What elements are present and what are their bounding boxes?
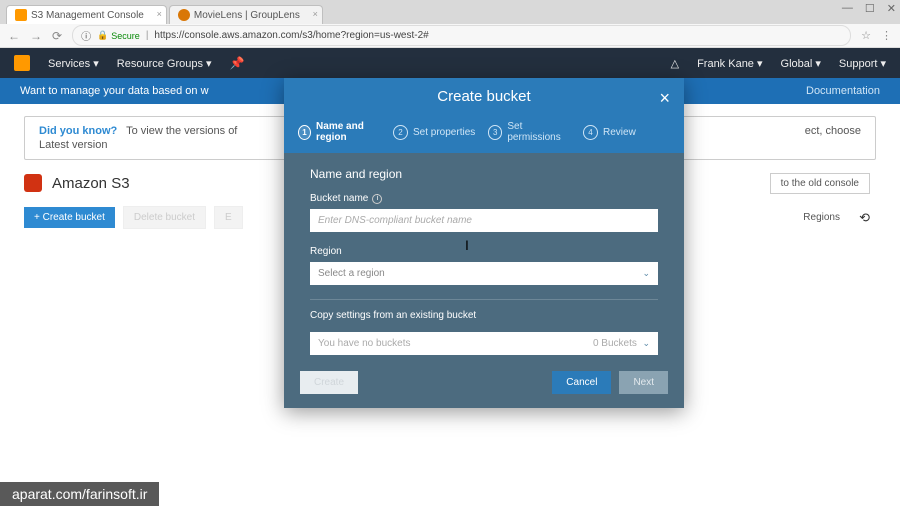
close-icon[interactable]: × xyxy=(313,9,318,19)
nav-region[interactable]: Global ▾ xyxy=(781,57,821,70)
modal-header: Create bucket × xyxy=(284,78,684,115)
dyk-rest: ect, choose xyxy=(805,125,861,137)
pin-icon[interactable]: 📌 xyxy=(230,56,245,70)
reload-icon[interactable]: ⟳ xyxy=(52,29,62,43)
watermark: aparat.com/farinsoft.ir xyxy=(0,482,159,506)
wizard-steps: 1 Name and region 2 Set properties 3 Set… xyxy=(284,115,684,153)
aws-top-nav: Services ▾ Resource Groups ▾ 📌 △ Frank K… xyxy=(0,48,900,78)
nav-support[interactable]: Support ▾ xyxy=(839,57,886,70)
secure-badge: 🔒 Secure xyxy=(97,30,140,41)
copy-settings-label: Copy settings from an existing bucket xyxy=(310,310,658,321)
create-button[interactable]: Create xyxy=(300,371,358,394)
aws-favicon xyxy=(15,9,27,21)
bucket-name-input[interactable] xyxy=(310,209,658,232)
tab-title: S3 Management Console xyxy=(31,10,144,21)
switch-old-console-button[interactable]: to the old console xyxy=(770,173,870,194)
movielens-favicon xyxy=(178,9,190,21)
nav-services[interactable]: Services ▾ xyxy=(48,57,99,70)
create-bucket-button[interactable]: + Create bucket xyxy=(24,207,115,228)
window-controls: — ☐ ✕ xyxy=(842,2,896,15)
browser-tab-s3[interactable]: S3 Management Console × xyxy=(6,5,167,24)
dyk-label: Did you know? xyxy=(39,125,117,137)
modal-footer: Create Cancel Next xyxy=(284,359,684,408)
url-text: https://console.aws.amazon.com/s3/home?r… xyxy=(154,30,428,41)
close-icon[interactable]: × xyxy=(659,88,670,109)
create-bucket-modal: Create bucket × 1 Name and region 2 Set … xyxy=(284,78,684,408)
aws-logo-icon[interactable] xyxy=(14,55,30,71)
regions-filter[interactable]: Regions xyxy=(803,212,840,223)
info-icon: ⓘ xyxy=(81,28,91,43)
region-label: Region xyxy=(310,246,658,257)
delete-bucket-button: Delete bucket xyxy=(123,206,206,229)
chevron-down-icon: ⌄ xyxy=(642,268,650,279)
forward-icon[interactable]: → xyxy=(30,29,42,43)
close-icon[interactable]: × xyxy=(157,9,162,19)
nav-user[interactable]: Frank Kane ▾ xyxy=(697,57,762,70)
minimize-icon[interactable]: — xyxy=(842,2,853,15)
url-field[interactable]: ⓘ 🔒 Secure | https://console.aws.amazon.… xyxy=(72,25,851,46)
browser-tab-movielens[interactable]: MovieLens | GroupLens × xyxy=(169,5,323,24)
back-icon[interactable]: ← xyxy=(8,29,20,43)
dyk-text: To view the versions of xyxy=(126,125,237,137)
section-title: Name and region xyxy=(310,167,658,181)
refresh-icon[interactable]: ⟲ xyxy=(859,210,870,226)
chevron-down-icon: ⌄ xyxy=(642,338,650,348)
address-bar: ← → ⟳ ⓘ 🔒 Secure | https://console.aws.a… xyxy=(0,24,900,48)
step-name-region[interactable]: 1 Name and region xyxy=(298,121,385,143)
info-icon[interactable]: i xyxy=(372,194,382,204)
close-window-icon[interactable]: ✕ xyxy=(887,2,896,15)
copy-settings-select[interactable]: You have no buckets 0 Buckets ⌄ xyxy=(310,332,658,355)
divider xyxy=(310,299,658,300)
text-cursor-icon: I xyxy=(465,237,469,253)
maximize-icon[interactable]: ☐ xyxy=(865,2,875,15)
cancel-button[interactable]: Cancel xyxy=(552,371,611,394)
next-button[interactable]: Next xyxy=(619,371,668,394)
tab-title: MovieLens | GroupLens xyxy=(194,10,300,21)
step-permissions[interactable]: 3 Set permissions xyxy=(488,121,575,143)
modal-body: Name and region Bucket name i Region Sel… xyxy=(284,153,684,359)
page-title: Amazon S3 xyxy=(52,175,130,192)
browser-tab-strip: S3 Management Console × MovieLens | Grou… xyxy=(0,0,900,24)
s3-service-icon xyxy=(24,174,42,192)
region-select[interactable]: Select a region ⌄ xyxy=(310,262,658,285)
menu-icon[interactable]: ⋮ xyxy=(881,29,892,42)
empty-bucket-button: E xyxy=(214,206,243,229)
star-icon[interactable]: ☆ xyxy=(861,29,871,42)
step-review[interactable]: 4 Review xyxy=(583,125,670,140)
bucket-name-label: Bucket name i xyxy=(310,193,658,204)
bell-icon[interactable]: △ xyxy=(671,57,679,70)
step-properties[interactable]: 2 Set properties xyxy=(393,125,480,140)
modal-title: Create bucket xyxy=(437,88,530,105)
promo-doc-link[interactable]: Documentation xyxy=(806,85,880,97)
promo-text: Want to manage your data based on w xyxy=(20,85,209,97)
nav-resource-groups[interactable]: Resource Groups ▾ xyxy=(117,57,212,70)
